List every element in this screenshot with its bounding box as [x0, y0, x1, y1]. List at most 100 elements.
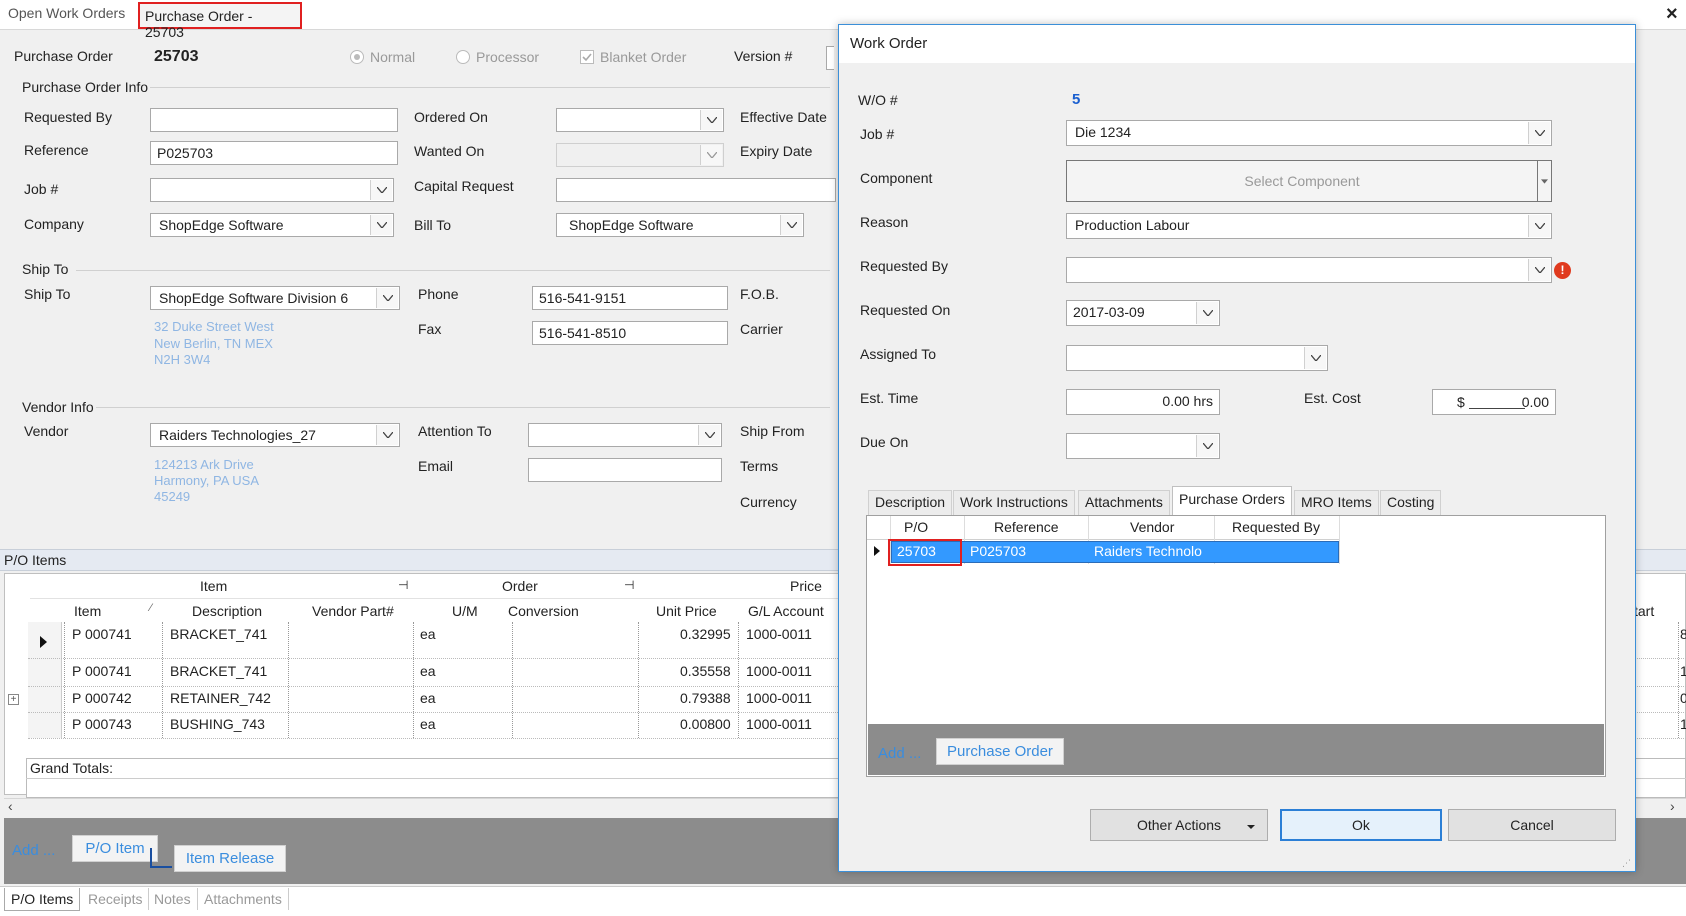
row-um: ea	[420, 626, 436, 642]
email-input[interactable]	[528, 458, 722, 482]
ship-address-line2: New Berlin, TN MEX	[154, 336, 273, 351]
est-cost-input[interactable]: $ 0.00	[1432, 389, 1556, 415]
tab-costing[interactable]: Costing	[1380, 490, 1442, 516]
reason-select[interactable]: Production Labour	[1066, 213, 1552, 239]
component-dropdown[interactable]	[1538, 160, 1552, 202]
pin-icon[interactable]: ⊣	[398, 578, 408, 592]
row-reference: P025703	[970, 543, 1027, 559]
tab-notes[interactable]: Notes	[148, 888, 198, 910]
grid-divider	[162, 622, 163, 738]
company-select[interactable]: ShopEdge Software	[150, 213, 394, 237]
col-requested-by[interactable]: Requested By	[1232, 519, 1320, 535]
tab-po-items[interactable]: P/O Items	[4, 888, 81, 911]
po-item-button[interactable]: P/O Item	[72, 835, 158, 862]
component-label: Component	[860, 170, 933, 186]
row-unit-price: 0.35558	[680, 663, 731, 679]
est-cost-currency: $	[1457, 394, 1465, 410]
grid-divider	[638, 622, 639, 738]
attention-to-select[interactable]	[528, 423, 722, 447]
close-icon[interactable]: ×	[1666, 3, 1678, 26]
row-fragment: 1	[1680, 663, 1686, 679]
fax-input[interactable]: 516-541-8510	[532, 321, 728, 345]
col-vendor[interactable]: Vendor	[1130, 519, 1174, 535]
col-vendor-part[interactable]: Vendor Part#	[312, 603, 394, 619]
chevron-down-icon	[370, 215, 392, 235]
row-description: RETAINER_742	[170, 690, 271, 706]
tab-open-work-orders[interactable]: Open Work Orders	[8, 5, 125, 21]
est-time-input[interactable]: 0.00 hrs	[1066, 389, 1220, 415]
scroll-right-icon[interactable]: ›	[1670, 798, 1675, 814]
purchase-order-button[interactable]: Purchase Order	[936, 738, 1064, 765]
requested-by-input[interactable]	[150, 108, 398, 132]
requested-by-label: Requested By	[24, 109, 112, 125]
vendor-select[interactable]: Raiders Technologies_27	[150, 423, 400, 447]
tab-description[interactable]: Description	[868, 490, 953, 516]
row-item: P 000742	[72, 690, 132, 706]
pin-icon[interactable]: ⊣	[624, 578, 634, 592]
job-select[interactable]	[150, 178, 394, 202]
error-icon[interactable]: !	[1554, 262, 1571, 279]
due-on-label: Due On	[860, 434, 909, 450]
grid-divider	[1678, 622, 1679, 738]
radio-processor[interactable]	[456, 50, 470, 64]
col-description[interactable]: Description	[192, 603, 262, 619]
other-actions-label: Other Actions	[1136, 817, 1222, 833]
col-conversion[interactable]: Conversion	[508, 603, 579, 619]
item-release-button[interactable]: Item Release	[174, 845, 286, 872]
tab-purchase-order[interactable]: Purchase Order - 25703	[138, 2, 302, 40]
ship-from-label: Ship From	[740, 423, 805, 439]
dialog-add-link[interactable]: Add ...	[878, 745, 921, 762]
select-component-button[interactable]: Select Component	[1066, 160, 1538, 202]
chevron-down-icon	[1528, 122, 1550, 144]
tab-work-instructions[interactable]: Work Instructions	[953, 490, 1075, 516]
col-right-fragment[interactable]: tart	[1634, 603, 1654, 619]
col-gl-account[interactable]: G/L Account	[748, 603, 824, 619]
company-label: Company	[24, 216, 84, 232]
bill-to-label: Bill To	[414, 217, 452, 233]
phone-input[interactable]: 516-541-9151	[532, 286, 728, 310]
capital-request-input[interactable]	[556, 178, 836, 202]
cancel-button[interactable]: Cancel	[1448, 809, 1616, 841]
tab-mro-items[interactable]: MRO Items	[1294, 490, 1379, 516]
row-gl-account: 1000-0011	[746, 626, 812, 642]
bill-to-select[interactable]: ShopEdge Software	[556, 213, 804, 237]
ordered-on-label: Ordered On	[414, 109, 488, 125]
tab-purchase-orders[interactable]: Purchase Orders	[1172, 486, 1292, 517]
version-field-edge[interactable]	[826, 46, 834, 70]
col-po[interactable]: P/O	[904, 519, 928, 535]
resize-grip-icon[interactable]: ⋰	[1622, 858, 1631, 869]
ok-button[interactable]: Ok	[1280, 809, 1442, 841]
col-reference[interactable]: Reference	[994, 519, 1059, 535]
col-item[interactable]: Item	[74, 603, 101, 619]
add-link[interactable]: Add ...	[12, 842, 55, 859]
due-on-date[interactable]	[1066, 433, 1220, 459]
row-um: ea	[420, 690, 436, 706]
requested-by-label: Requested By	[860, 258, 948, 274]
other-actions-button[interactable]: Other Actions	[1090, 809, 1268, 841]
assigned-to-select[interactable]	[1066, 345, 1328, 371]
tab-attachments[interactable]: Attachments	[1078, 490, 1170, 516]
ordered-on-date[interactable]	[556, 108, 724, 132]
po-items-title: P/O Items	[4, 552, 67, 568]
reference-input[interactable]: P025703	[150, 141, 398, 165]
radio-normal-label: Normal	[370, 49, 416, 65]
blanket-order-checkbox[interactable]	[580, 50, 594, 64]
tab-attachments[interactable]: Attachments	[198, 888, 289, 910]
wanted-on-date[interactable]	[556, 143, 724, 167]
dialog-title: Work Order	[850, 35, 928, 52]
tab-receipts[interactable]: Receipts	[82, 888, 150, 910]
grid-divider	[413, 622, 414, 738]
job-select[interactable]: Die 1234	[1066, 120, 1552, 146]
radio-normal[interactable]	[350, 50, 364, 64]
col-um[interactable]: U/M	[452, 603, 478, 619]
col-unit-price[interactable]: Unit Price	[656, 603, 717, 619]
ship-to-select[interactable]: ShopEdge Software Division 6	[150, 286, 400, 310]
caret-down-icon	[1247, 825, 1255, 829]
scroll-left-icon[interactable]: ‹	[8, 798, 13, 814]
chevron-down-icon	[1304, 347, 1326, 369]
expand-icon[interactable]: +	[8, 694, 19, 705]
current-row-arrow-icon[interactable]	[40, 636, 47, 648]
row-unit-price: 0.32995	[680, 626, 731, 642]
requested-by-select[interactable]	[1066, 257, 1552, 283]
requested-on-date[interactable]: 2017-03-09	[1066, 300, 1220, 326]
